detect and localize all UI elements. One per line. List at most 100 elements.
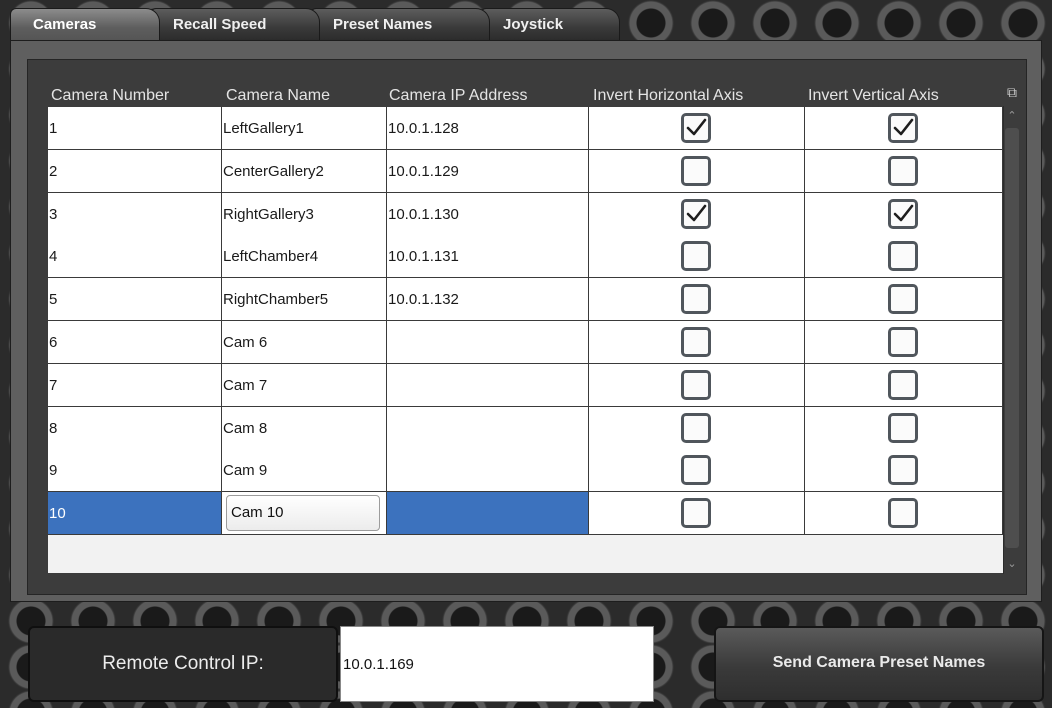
cell-camera-ip[interactable] xyxy=(387,449,589,493)
invert-vertical-checkbox[interactable] xyxy=(888,455,918,486)
cell-camera-number[interactable]: 8 xyxy=(48,406,222,450)
cell-invert-horizontal xyxy=(589,192,805,236)
table-row[interactable]: 6 Cam 6 xyxy=(0,321,1003,364)
cell-invert-vertical xyxy=(805,107,1003,150)
cell-camera-number[interactable]: 9 xyxy=(48,449,222,493)
cell-camera-number[interactable]: 3 xyxy=(48,192,222,236)
send-camera-preset-names-button[interactable]: Send Camera Preset Names xyxy=(714,626,1044,702)
invert-horizontal-checkbox[interactable] xyxy=(681,327,711,357)
cell-invert-horizontal xyxy=(589,149,805,193)
table-row[interactable]: 10 Cam 10 xyxy=(0,492,1003,536)
invert-horizontal-checkbox[interactable] xyxy=(681,498,711,529)
invert-vertical-checkbox[interactable] xyxy=(888,284,918,315)
cell-invert-horizontal xyxy=(589,363,805,407)
cell-camera-name[interactable]: Cam 10 xyxy=(222,492,387,536)
invert-horizontal-checkbox[interactable] xyxy=(681,369,711,400)
column-header-invert-horizontal[interactable]: Invert Horizontal Axis xyxy=(593,84,743,106)
table-row[interactable]: 1 LeftGallery1 10.0.1.128 xyxy=(0,107,1003,150)
cell-camera-ip[interactable] xyxy=(387,363,589,407)
invert-horizontal-checkbox[interactable] xyxy=(681,455,711,486)
invert-horizontal-checkbox[interactable] xyxy=(681,284,711,315)
cell-camera-name[interactable]: Cam 9 xyxy=(222,449,387,493)
cell-camera-number[interactable]: 2 xyxy=(48,149,222,193)
cell-camera-number[interactable]: 5 xyxy=(48,278,222,322)
cell-camera-ip[interactable]: 10.0.1.132 xyxy=(387,278,589,322)
cell-camera-name[interactable]: Cam 7 xyxy=(222,363,387,407)
cell-camera-ip[interactable] xyxy=(387,492,589,536)
table-row[interactable]: 7 Cam 7 xyxy=(0,363,1003,407)
tab-joystick[interactable]: Joystick xyxy=(480,8,620,40)
cell-camera-ip[interactable]: 10.0.1.129 xyxy=(387,149,589,193)
column-header-camera-ip[interactable]: Camera IP Address xyxy=(389,84,527,106)
invert-vertical-checkbox[interactable] xyxy=(888,498,918,529)
scroll-thumb[interactable] xyxy=(1005,128,1019,548)
invert-vertical-checkbox[interactable] xyxy=(888,412,918,443)
invert-horizontal-checkbox[interactable] xyxy=(681,155,711,186)
invert-vertical-checkbox[interactable] xyxy=(888,155,918,186)
invert-horizontal-checkbox[interactable] xyxy=(681,113,711,143)
scroll-down-icon[interactable]: ⌄ xyxy=(1005,556,1019,572)
invert-vertical-checkbox[interactable] xyxy=(888,113,918,143)
table-row[interactable]: 9 Cam 9 xyxy=(0,449,1003,493)
invert-vertical-checkbox[interactable] xyxy=(888,241,918,272)
table-row[interactable]: 3 RightGallery3 10.0.1.130 xyxy=(0,192,1003,236)
cell-camera-name[interactable]: RightGallery3 xyxy=(222,192,387,236)
checkmark-icon xyxy=(686,118,707,136)
cell-camera-ip[interactable]: 10.0.1.128 xyxy=(387,107,589,150)
column-header-invert-vertical[interactable]: Invert Vertical Axis xyxy=(808,84,939,106)
cell-camera-name[interactable]: LeftGallery1 xyxy=(222,107,387,150)
cell-invert-horizontal xyxy=(589,406,805,450)
cell-camera-number[interactable]: 7 xyxy=(48,363,222,407)
remote-control-ip-label-box: Remote Control IP: xyxy=(28,626,338,702)
remote-control-ip-input[interactable] xyxy=(340,626,654,702)
cell-invert-vertical xyxy=(805,492,1003,536)
cell-invert-horizontal xyxy=(589,492,805,536)
cell-camera-name[interactable]: LeftChamber4 xyxy=(222,235,387,279)
cell-camera-ip[interactable] xyxy=(387,321,589,364)
invert-horizontal-checkbox[interactable] xyxy=(681,198,711,229)
table-row[interactable]: 5 RightChamber5 10.0.1.132 xyxy=(0,278,1003,322)
cell-camera-number[interactable]: 1 xyxy=(48,107,222,150)
invert-vertical-checkbox[interactable] xyxy=(888,369,918,400)
cell-camera-name[interactable]: CenterGallery2 xyxy=(222,149,387,193)
remote-control-ip-label: Remote Control IP: xyxy=(102,653,264,674)
cell-camera-name[interactable]: Cam 8 xyxy=(222,406,387,450)
cell-camera-number[interactable]: 4 xyxy=(48,235,222,279)
cell-invert-horizontal xyxy=(589,278,805,322)
scroll-up-icon[interactable]: ⌃ xyxy=(1005,108,1019,124)
column-header-camera-number[interactable]: Camera Number xyxy=(51,84,169,106)
column-header-camera-name[interactable]: Camera Name xyxy=(226,84,330,106)
vertical-scrollbar[interactable]: ⌃ ⌄ xyxy=(1003,106,1020,574)
cell-invert-vertical xyxy=(805,149,1003,193)
invert-horizontal-checkbox[interactable] xyxy=(681,412,711,443)
invert-vertical-checkbox[interactable] xyxy=(888,198,918,229)
cell-invert-horizontal xyxy=(589,449,805,493)
tab-preset-names[interactable]: Preset Names xyxy=(310,8,490,40)
table-row[interactable]: 2 CenterGallery2 10.0.1.129 xyxy=(0,149,1003,193)
table-row[interactable]: 4 LeftChamber4 10.0.1.131 xyxy=(0,235,1003,279)
invert-horizontal-checkbox[interactable] xyxy=(681,241,711,272)
invert-vertical-checkbox[interactable] xyxy=(888,327,918,357)
cell-invert-vertical xyxy=(805,235,1003,279)
cell-invert-horizontal xyxy=(589,321,805,364)
checkmark-icon xyxy=(893,204,914,221)
cell-invert-vertical xyxy=(805,192,1003,236)
tab-cameras[interactable]: Cameras xyxy=(10,8,160,40)
cell-camera-number[interactable]: 10 xyxy=(48,492,222,536)
checkmark-icon xyxy=(686,204,707,221)
cell-camera-name[interactable]: RightChamber5 xyxy=(222,278,387,322)
cell-invert-vertical xyxy=(805,278,1003,322)
table-row[interactable]: 8 Cam 8 xyxy=(0,406,1003,450)
cell-invert-horizontal xyxy=(589,235,805,279)
cell-invert-vertical xyxy=(805,363,1003,407)
cell-camera-number[interactable]: 6 xyxy=(48,321,222,364)
grid-empty-area xyxy=(48,535,1003,573)
cell-invert-horizontal xyxy=(589,107,805,150)
cell-camera-name[interactable]: Cam 6 xyxy=(222,321,387,364)
cell-invert-vertical xyxy=(805,449,1003,493)
tab-recall-speed[interactable]: Recall Speed xyxy=(150,8,320,40)
cell-camera-ip[interactable]: 10.0.1.131 xyxy=(387,235,589,279)
camera-name-edit-field[interactable]: Cam 10 xyxy=(226,495,380,532)
cell-camera-ip[interactable]: 10.0.1.130 xyxy=(387,192,589,236)
cell-camera-ip[interactable] xyxy=(387,406,589,450)
